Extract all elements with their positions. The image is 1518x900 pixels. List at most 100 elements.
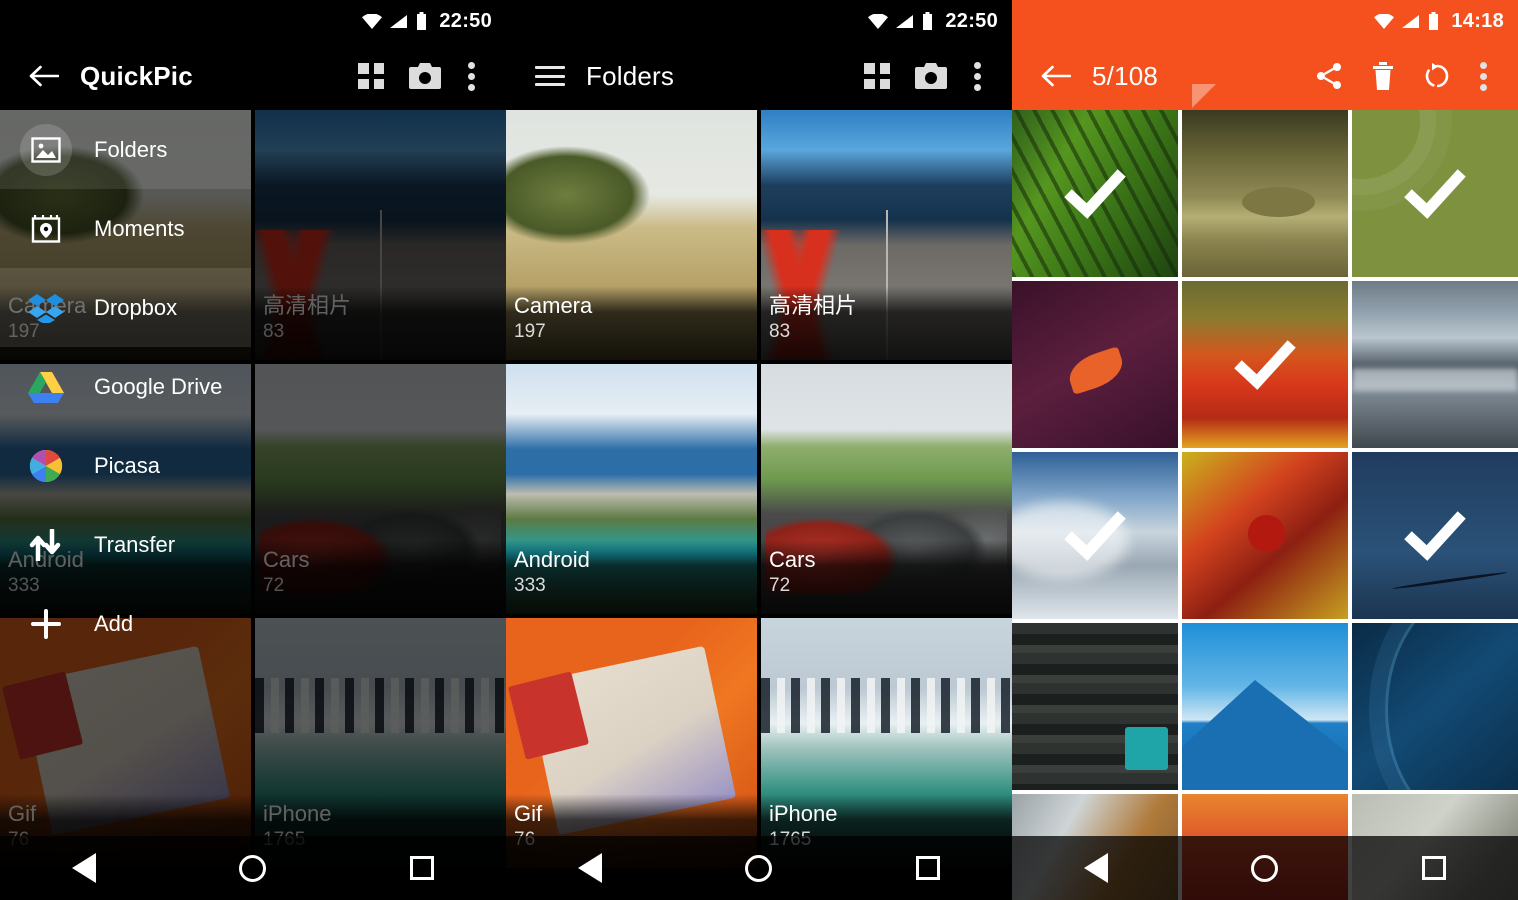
photo-tile[interactable] <box>1012 281 1178 448</box>
folder-label-area: Cars 72 <box>761 540 1012 614</box>
drawer-item-google-drive[interactable]: Google Drive <box>0 347 251 426</box>
screen-quickpic-drawer: Camera197高清相片83Android333Cars72Gif76iPho… <box>0 0 506 900</box>
back-triangle-icon <box>1084 853 1109 883</box>
signal-icon <box>895 14 914 29</box>
back-nav-button[interactable] <box>555 836 625 900</box>
photo-grid <box>1012 110 1518 900</box>
grid-view-icon <box>864 63 890 89</box>
drawer-item-dropbox[interactable]: Dropbox <box>0 268 251 347</box>
view-mode-button[interactable] <box>850 48 904 104</box>
camera-icon <box>915 63 947 89</box>
folder-name: iPhone <box>769 801 838 826</box>
camera-button[interactable] <box>904 48 958 104</box>
wifi-icon <box>362 13 383 29</box>
view-mode-button[interactable] <box>344 48 398 104</box>
photo-tile[interactable] <box>1012 623 1178 790</box>
drawer-item-moments[interactable]: Moments <box>0 189 251 268</box>
wifi-icon <box>1374 13 1395 29</box>
drawer-item-add[interactable]: Add <box>0 584 251 663</box>
delete-button[interactable] <box>1356 48 1410 104</box>
checkmark-icon <box>1060 159 1130 229</box>
status-bar-right: 14:18 <box>1012 0 1518 42</box>
dropbox-icon <box>20 282 72 334</box>
photo-tile[interactable] <box>1012 110 1178 277</box>
image-icon <box>20 123 72 176</box>
photo-thumbnail <box>1012 281 1178 448</box>
photo-tile[interactable] <box>1012 452 1178 619</box>
folder-item-count: 197 <box>514 321 546 342</box>
photo-tile[interactable] <box>1352 110 1518 277</box>
page-title-left: QuickPic <box>80 60 193 91</box>
photo-tile[interactable] <box>1352 623 1518 790</box>
recents-nav-button[interactable] <box>893 836 963 900</box>
checkmark-icon <box>1060 501 1130 571</box>
battery-icon <box>415 12 428 30</box>
status-time-left: 22:50 <box>439 9 492 32</box>
delete-icon <box>1373 62 1393 90</box>
folder-card[interactable]: Android 333 <box>506 364 757 614</box>
recents-nav-button[interactable] <box>1399 836 1469 900</box>
photo-thumbnail <box>1182 452 1348 619</box>
drawer-item-picasa[interactable]: Picasa <box>0 426 251 505</box>
folder-name: Gif <box>514 801 543 826</box>
navigation-drawer: Folders Moments Dropbox Google Drive Picasa T… <box>0 110 251 900</box>
drawer-item-label: Picasa <box>94 452 161 478</box>
photo-thumbnail <box>1352 281 1518 448</box>
overflow-menu-icon <box>973 61 981 91</box>
back-nav-button[interactable] <box>49 836 119 900</box>
back-arrow-icon[interactable] <box>16 48 72 104</box>
camera-button[interactable] <box>398 48 452 104</box>
recents-nav-button[interactable] <box>387 836 457 900</box>
folder-card[interactable]: Camera 197 <box>506 110 757 360</box>
back-nav-button[interactable] <box>1061 836 1131 900</box>
folder-card[interactable]: Cars 72 <box>761 364 1012 614</box>
checkmark-icon <box>1400 159 1470 229</box>
overflow-menu-icon <box>1479 61 1487 91</box>
camera-icon <box>409 63 441 89</box>
hamburger-menu-icon[interactable] <box>522 48 578 104</box>
drawer-item-label: Google Drive <box>94 373 223 399</box>
folder-card[interactable]: Gif76 <box>506 618 757 868</box>
folder-grid-middle: Camera197高清相片83Android333Cars72Gif76iPho… <box>506 110 1012 900</box>
drawer-item-folders[interactable]: Folders <box>0 110 251 189</box>
drawer-item-label: Transfer <box>94 531 176 557</box>
page-title-middle: Folders <box>586 60 675 91</box>
overflow-menu-button[interactable] <box>958 48 996 104</box>
overflow-menu-button[interactable] <box>1464 48 1502 104</box>
signal-icon <box>389 14 408 29</box>
photo-tile[interactable] <box>1182 110 1348 277</box>
drawer-item-transfer[interactable]: Transfer <box>0 505 251 584</box>
android-nav-bar-middle <box>506 836 1012 900</box>
folder-label-area: 高清相片 83 <box>761 286 1012 360</box>
plus-icon <box>20 598 72 650</box>
home-nav-button[interactable] <box>218 836 288 900</box>
drawer-item-label: Dropbox <box>94 294 178 320</box>
app-bar-right: 5/108 <box>1012 42 1518 110</box>
transfer-icon <box>20 519 72 571</box>
folder-card[interactable]: 高清相片 83 <box>761 110 1012 360</box>
home-nav-button[interactable] <box>724 836 794 900</box>
overflow-menu-button[interactable] <box>452 48 490 104</box>
rotate-button[interactable] <box>1410 48 1464 104</box>
photo-thumbnail <box>1182 623 1348 790</box>
overflow-menu-icon <box>467 61 475 91</box>
photo-tile[interactable] <box>1352 281 1518 448</box>
battery-icon <box>921 12 934 30</box>
android-nav-bar-left <box>0 836 506 900</box>
drawer-item-label: Folders <box>94 136 168 162</box>
folder-label-area: Android 333 <box>506 540 757 614</box>
photo-tile[interactable] <box>1182 452 1348 619</box>
back-arrow-icon[interactable] <box>1028 48 1084 104</box>
home-circle-icon <box>239 854 267 882</box>
home-nav-button[interactable] <box>1230 836 1300 900</box>
photo-tile[interactable] <box>1352 452 1518 619</box>
share-icon <box>1317 63 1341 89</box>
back-triangle-icon <box>72 853 97 883</box>
folder-name: Cars <box>769 547 816 572</box>
google-drive-icon <box>20 361 72 413</box>
photo-tile[interactable] <box>1182 281 1348 448</box>
folder-card[interactable]: iPhone1765 <box>761 618 1012 868</box>
photo-tile[interactable] <box>1182 623 1348 790</box>
folder-item-count: 333 <box>514 575 546 596</box>
share-button[interactable] <box>1302 48 1356 104</box>
